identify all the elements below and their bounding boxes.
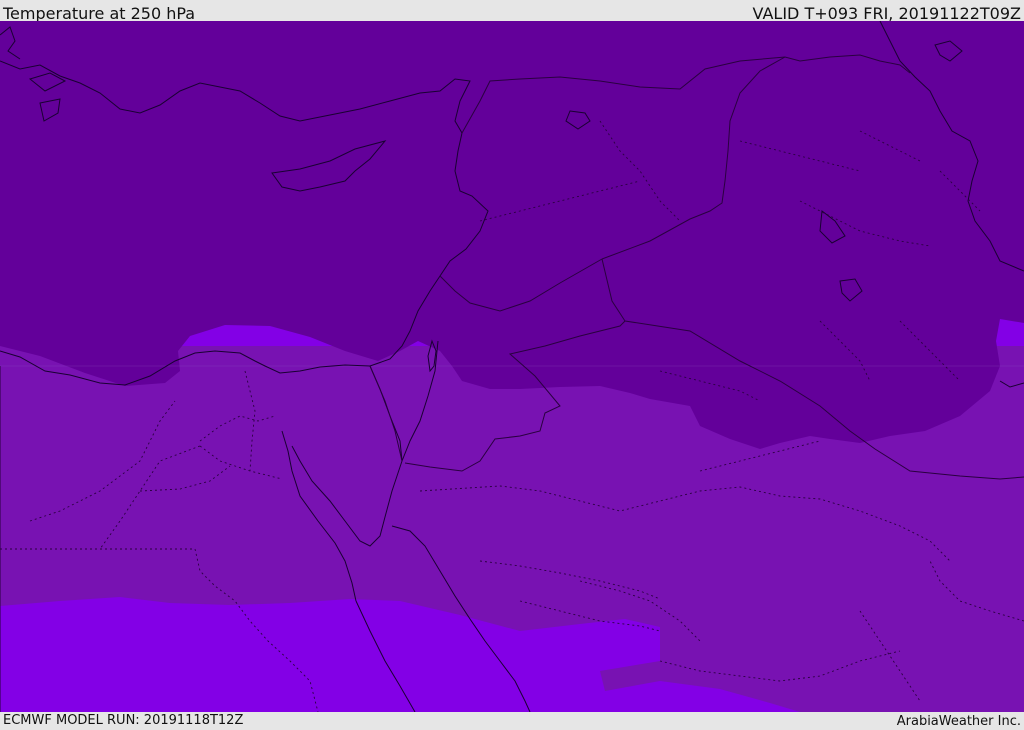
map-area <box>0 21 1024 712</box>
model-run: ECMWF MODEL RUN: 20191118T12Z <box>3 713 244 728</box>
footer-bar: ECMWF MODEL RUN: 20191118T12Z ArabiaWeat… <box>0 712 1024 729</box>
credit: ArabiaWeather Inc. <box>896 714 1021 729</box>
header-bar: Temperature at 250 hPa VALID T+093 FRI, … <box>0 0 1024 23</box>
map-svg <box>0 21 1024 712</box>
